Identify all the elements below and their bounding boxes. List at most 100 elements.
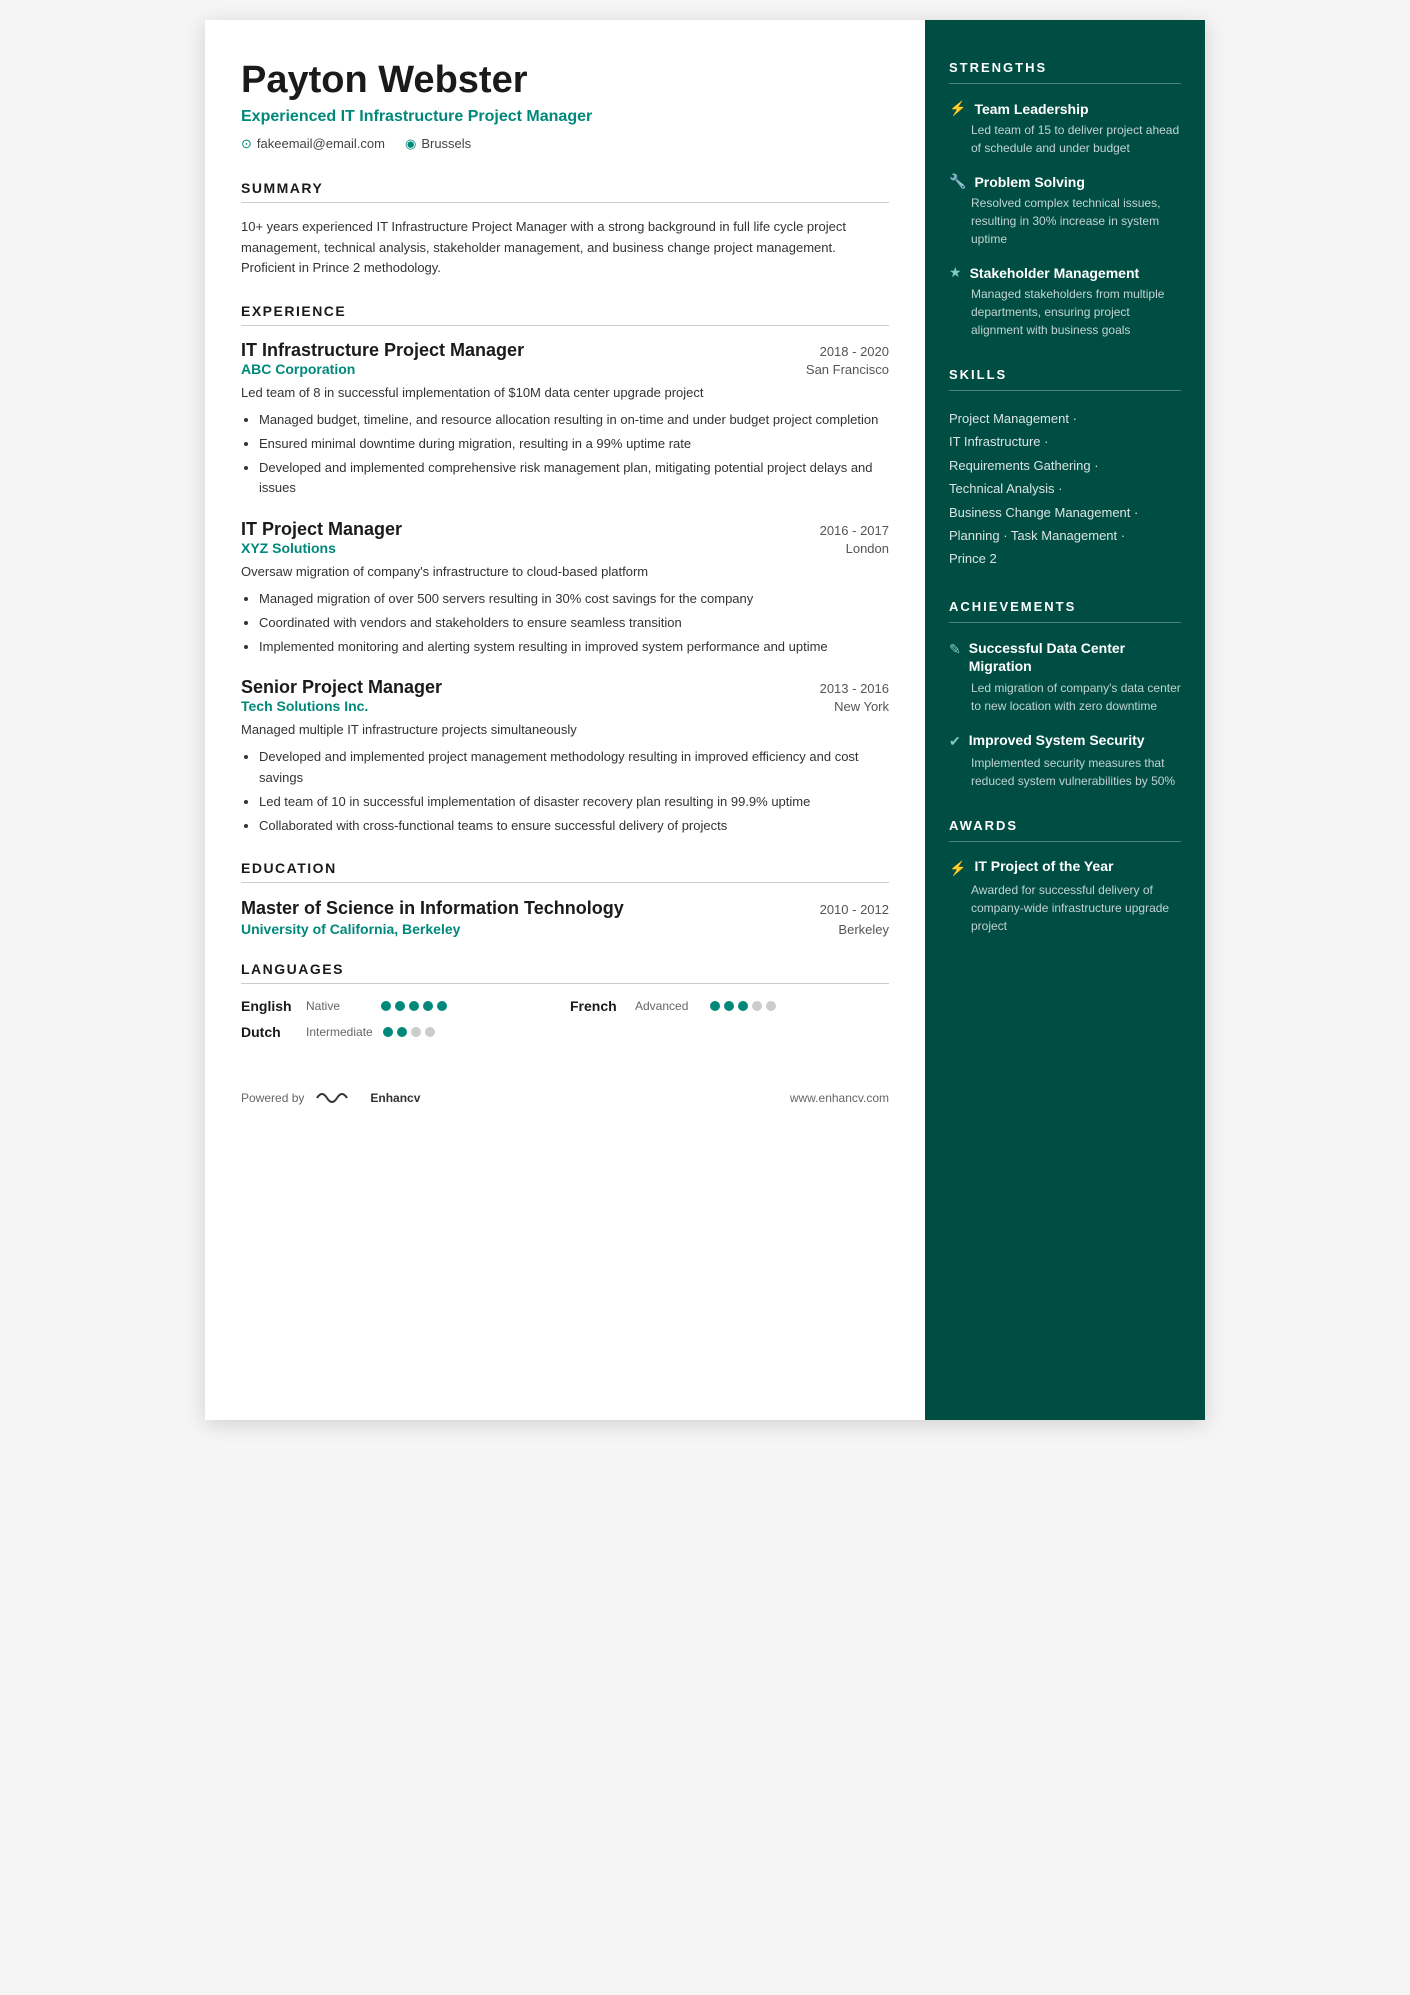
award-desc-1: Awarded for successful delivery of compa… — [949, 881, 1181, 935]
location-icon: ◉ — [405, 136, 416, 152]
dot — [411, 1027, 421, 1037]
lightning-icon: ⚡ — [949, 100, 966, 117]
dot — [409, 1001, 419, 1011]
list-item: Implemented monitoring and alerting syst… — [259, 637, 889, 658]
footer-powered: Powered by Enhancv — [241, 1088, 420, 1108]
footer-website: www.enhancv.com — [790, 1091, 889, 1105]
dot — [397, 1027, 407, 1037]
award-lightning-icon: ⚡ — [949, 860, 966, 877]
list-item: Led team of 10 in successful implementat… — [259, 792, 889, 813]
summary-text: 10+ years experienced IT Infrastructure … — [241, 217, 889, 279]
job-entry-1: IT Infrastructure Project Manager 2018 -… — [241, 340, 889, 499]
lang-level-english: Native — [306, 999, 371, 1013]
list-item: Collaborated with cross-functional teams… — [259, 816, 889, 837]
location-text: Brussels — [421, 136, 471, 151]
dot — [381, 1001, 391, 1011]
job-entry-2: IT Project Manager 2016 - 2017 XYZ Solut… — [241, 519, 889, 657]
awards-section: AWARDS ⚡ IT Project of the Year Awarded … — [949, 818, 1181, 935]
resume-footer: Powered by Enhancv www.enhancv.com — [241, 1064, 889, 1108]
dot — [766, 1001, 776, 1011]
strength-header-3: ★ Stakeholder Management — [949, 264, 1181, 281]
job-desc-2: Oversaw migration of company's infrastru… — [241, 562, 889, 583]
award-project-year: ⚡ IT Project of the Year Awarded for suc… — [949, 858, 1181, 935]
footer-brand: Enhancv — [370, 1091, 420, 1105]
lang-dots-dutch — [383, 1027, 435, 1037]
lang-name-french: French — [570, 998, 625, 1014]
job-company-line-3: Tech Solutions Inc. New York — [241, 698, 889, 714]
contact-line: ⊙ fakeemail@email.com ◉ Brussels — [241, 136, 889, 152]
achievement-header-1: ✎ Successful Data Center Migration — [949, 639, 1181, 675]
edu-entry-1: Master of Science in Information Technol… — [241, 897, 889, 936]
footer-powered-text: Powered by — [241, 1091, 304, 1105]
header-section: Payton Webster Experienced IT Infrastruc… — [241, 60, 889, 152]
strength-desc-1: Led team of 15 to deliver project ahead … — [949, 121, 1181, 157]
company-name-3: Tech Solutions Inc. — [241, 698, 368, 714]
strength-name-3: Stakeholder Management — [970, 265, 1140, 281]
strength-name-1: Team Leadership — [974, 101, 1088, 117]
job-company-line-1: ABC Corporation San Francisco — [241, 361, 889, 377]
right-column: STRENGTHS ⚡ Team Leadership Led team of … — [925, 20, 1205, 1420]
achievement-desc-1: Led migration of company's data center t… — [949, 679, 1181, 715]
star-icon: ★ — [949, 264, 962, 281]
job-location-2: London — [846, 541, 889, 556]
awards-title: AWARDS — [949, 818, 1181, 842]
strength-header-1: ⚡ Team Leadership — [949, 100, 1181, 117]
job-desc-1: Led team of 8 in successful implementati… — [241, 383, 889, 404]
skills-section: SKILLS Project Management · IT Infrastru… — [949, 367, 1181, 571]
job-entry-3: Senior Project Manager 2013 - 2016 Tech … — [241, 677, 889, 836]
company-name-2: XYZ Solutions — [241, 540, 336, 556]
dot — [738, 1001, 748, 1011]
strength-team-leadership: ⚡ Team Leadership Led team of 15 to deli… — [949, 100, 1181, 157]
achievements-section: ACHIEVEMENTS ✎ Successful Data Center Mi… — [949, 599, 1181, 790]
strength-name-2: Problem Solving — [974, 174, 1084, 190]
job-bullets-1: Managed budget, timeline, and resource a… — [241, 410, 889, 499]
strength-header-2: 🔧 Problem Solving — [949, 173, 1181, 190]
languages-section: LANGUAGES English Native — [241, 961, 889, 1040]
lang-dots-french — [710, 1001, 776, 1011]
skill-item: Project Management · — [949, 407, 1181, 430]
job-location-3: New York — [834, 699, 889, 714]
list-item: Managed migration of over 500 servers re… — [259, 589, 889, 610]
achievement-data-center: ✎ Successful Data Center Migration Led m… — [949, 639, 1181, 715]
achievement-name-1: Successful Data Center Migration — [969, 639, 1181, 675]
enhancv-logo-icon — [312, 1088, 362, 1108]
strength-desc-2: Resolved complex technical issues, resul… — [949, 194, 1181, 248]
email-contact: ⊙ fakeemail@email.com — [241, 136, 385, 152]
summary-title: SUMMARY — [241, 180, 889, 203]
dot — [724, 1001, 734, 1011]
list-item: Managed budget, timeline, and resource a… — [259, 410, 889, 431]
languages-title: LANGUAGES — [241, 961, 889, 984]
dot — [395, 1001, 405, 1011]
list-item: Developed and implemented comprehensive … — [259, 458, 889, 500]
pencil-icon: ✎ — [949, 641, 961, 658]
checkmark-icon: ✔ — [949, 733, 961, 750]
award-name-1: IT Project of the Year — [974, 858, 1113, 874]
lang-level-dutch: Intermediate — [306, 1025, 373, 1039]
location-contact: ◉ Brussels — [405, 136, 471, 152]
job-header-3: Senior Project Manager 2013 - 2016 — [241, 677, 889, 698]
job-header-2: IT Project Manager 2016 - 2017 — [241, 519, 889, 540]
lang-name-dutch: Dutch — [241, 1024, 296, 1040]
dot — [710, 1001, 720, 1011]
education-title: EDUCATION — [241, 860, 889, 883]
skill-item: Prince 2 — [949, 547, 1181, 570]
lang-level-french: Advanced — [635, 999, 700, 1013]
list-item: Coordinated with vendors and stakeholder… — [259, 613, 889, 634]
strength-problem-solving: 🔧 Problem Solving Resolved complex techn… — [949, 173, 1181, 248]
experience-section: EXPERIENCE IT Infrastructure Project Man… — [241, 303, 889, 836]
achievement-name-2: Improved System Security — [969, 731, 1145, 749]
strength-stakeholder: ★ Stakeholder Management Managed stakeho… — [949, 264, 1181, 339]
email-icon: ⊙ — [241, 136, 252, 152]
achievements-title: ACHIEVEMENTS — [949, 599, 1181, 623]
job-location-1: San Francisco — [806, 362, 889, 377]
email-text: fakeemail@email.com — [257, 136, 385, 151]
languages-grid: English Native French Advanced — [241, 998, 889, 1040]
company-name-1: ABC Corporation — [241, 361, 355, 377]
job-title-1: IT Infrastructure Project Manager — [241, 340, 524, 361]
strengths-title: STRENGTHS — [949, 60, 1181, 84]
dot — [425, 1027, 435, 1037]
skill-item: Business Change Management · — [949, 501, 1181, 524]
achievement-desc-2: Implemented security measures that reduc… — [949, 754, 1181, 790]
list-item: Ensured minimal downtime during migratio… — [259, 434, 889, 455]
candidate-title: Experienced IT Infrastructure Project Ma… — [241, 108, 889, 126]
